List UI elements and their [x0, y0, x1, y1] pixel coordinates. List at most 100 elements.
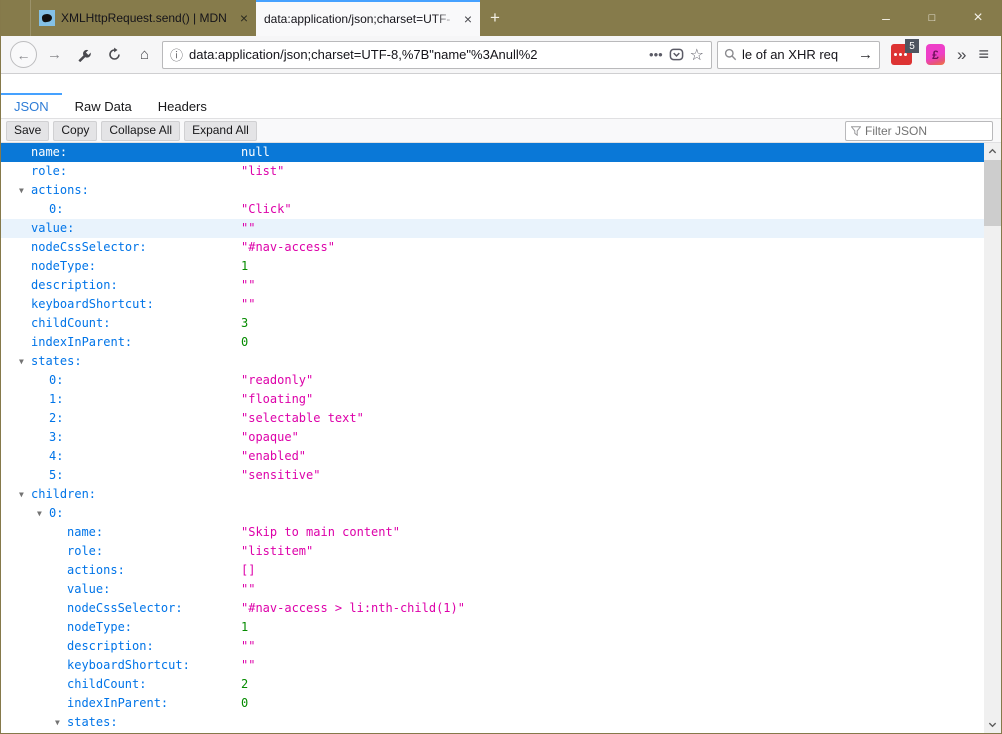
json-value: "#nav-access > li:nth-child(1)" — [241, 601, 465, 615]
json-row[interactable]: 1: "floating" — [1, 390, 1001, 409]
url-bar[interactable]: ⓘ data:application/json;charset=UTF-8,%7… — [162, 40, 713, 69]
collapse-all-button[interactable]: Collapse All — [101, 120, 181, 141]
new-tab-button[interactable]: + — [480, 0, 510, 36]
json-key: actions: — [67, 563, 125, 577]
json-row[interactable]: nodeCssSelector: "#nav-access" — [1, 238, 1001, 257]
json-row[interactable]: ▼ states: — [1, 713, 1001, 732]
json-row[interactable]: childCount: 2 — [1, 675, 1001, 694]
reload-button[interactable] — [102, 42, 127, 67]
json-value: "" — [241, 297, 256, 311]
json-row[interactable]: nodeCssSelector: "#nav-access > li:nth-ch… — [1, 599, 1001, 618]
json-row[interactable]: role: "listitem" — [1, 542, 1001, 561]
json-row[interactable]: 0: "readonly" — [1, 371, 1001, 390]
extension-badge: 5 — [905, 39, 920, 53]
json-value: "Click" — [241, 202, 292, 216]
hamburger-menu-icon[interactable]: ≡ — [978, 44, 989, 65]
json-row[interactable]: indexInParent: 0 — [1, 694, 1001, 713]
json-row[interactable]: ▼ children: — [1, 485, 1001, 504]
json-key: role: — [31, 164, 68, 178]
extension-button-pink[interactable]: £ — [926, 44, 946, 65]
expand-arrow-icon[interactable]: ▼ — [55, 713, 67, 732]
pocket-icon[interactable] — [669, 47, 684, 62]
wrench-icon[interactable] — [72, 42, 97, 67]
json-row[interactable]: ▼ 0: — [1, 504, 1001, 523]
tab-headers[interactable]: Headers — [145, 93, 220, 118]
json-key: keyboardShortcut: — [67, 658, 190, 672]
close-button[interactable]: × — [955, 0, 1001, 36]
bookmark-star-icon[interactable]: ☆ — [690, 45, 704, 65]
search-input[interactable]: le of an XHR req — [742, 47, 853, 62]
expand-arrow-icon[interactable]: ▼ — [37, 504, 49, 523]
tab-raw-data[interactable]: Raw Data — [62, 93, 145, 118]
tab-close-icon[interactable]: × — [240, 11, 248, 25]
json-value: "list" — [241, 164, 285, 178]
json-row[interactable]: indexInParent: 0 — [1, 333, 1001, 352]
tab-close-icon[interactable]: × — [464, 12, 472, 26]
json-value: 2 — [241, 677, 249, 691]
json-row[interactable]: actions: [] — [1, 561, 1001, 580]
json-value: "enabled" — [241, 449, 307, 463]
json-row[interactable]: 0: "Click" — [1, 200, 1001, 219]
json-value: "" — [241, 221, 256, 235]
json-row[interactable]: nodeType: 1 — [1, 257, 1001, 276]
copy-button[interactable]: Copy — [53, 120, 98, 141]
json-row[interactable]: description: "" — [1, 276, 1001, 295]
filter-json-box[interactable] — [845, 120, 993, 141]
scroll-down-button[interactable] — [984, 716, 1001, 733]
json-key: value: — [31, 221, 75, 235]
json-key: 2: — [49, 411, 64, 425]
json-key: actions: — [31, 183, 89, 197]
json-row[interactable]: nodeType: 1 — [1, 618, 1001, 637]
page-actions-icon[interactable]: ••• — [649, 47, 663, 62]
json-row[interactable]: ▼ states: — [1, 352, 1001, 371]
tab-json[interactable]: JSON — [1, 93, 62, 118]
titlebar-drag-space — [510, 0, 863, 36]
scrollbar[interactable] — [984, 143, 1001, 733]
json-key: 3: — [49, 430, 64, 444]
url-text[interactable]: data:application/json;charset=UTF-8,%7B"… — [189, 47, 644, 62]
extension-button-red[interactable]: 5 — [891, 39, 920, 65]
json-row[interactable]: value: "" — [1, 219, 1001, 238]
json-row[interactable]: name: "Skip to main content" — [1, 523, 1001, 542]
json-row[interactable]: 4: "enabled" — [1, 447, 1001, 466]
json-value: "" — [241, 582, 256, 596]
json-row[interactable]: name: null — [1, 143, 1001, 162]
json-value: 1 — [241, 259, 249, 273]
search-bar[interactable]: le of an XHR req → — [717, 40, 881, 69]
json-key: value: — [67, 582, 111, 596]
search-go-button[interactable]: → — [858, 46, 873, 63]
json-key: states: — [67, 715, 118, 729]
info-icon[interactable]: ⓘ — [170, 45, 183, 64]
scroll-up-button[interactable] — [984, 143, 1001, 160]
json-row[interactable]: childCount: 3 — [1, 314, 1001, 333]
json-row[interactable]: keyboardShortcut: "" — [1, 656, 1001, 675]
expand-arrow-icon[interactable]: ▼ — [19, 485, 31, 504]
json-row[interactable]: ▼ actions: — [1, 181, 1001, 200]
json-row[interactable]: 3: "opaque" — [1, 428, 1001, 447]
browser-tab-json[interactable]: data:application/json;charset=UTF- × — [256, 0, 480, 36]
save-button[interactable]: Save — [6, 120, 50, 141]
forward-button[interactable]: → — [42, 42, 67, 67]
maximize-button[interactable]: □ — [909, 0, 955, 36]
title-bar: XMLHttpRequest.send() | MDN × data:appli… — [1, 0, 1001, 36]
json-row[interactable]: role: "list" — [1, 162, 1001, 181]
json-row[interactable]: description: "" — [1, 637, 1001, 656]
json-key: description: — [67, 639, 154, 653]
json-row[interactable]: 5: "sensitive" — [1, 466, 1001, 485]
json-row[interactable]: 2: "selectable text" — [1, 409, 1001, 428]
home-button[interactable]: ⌂ — [132, 42, 157, 67]
json-row[interactable]: keyboardShortcut: "" — [1, 295, 1001, 314]
expand-all-button[interactable]: Expand All — [184, 120, 257, 141]
back-button[interactable]: ← — [10, 41, 37, 68]
filter-json-input[interactable] — [865, 123, 987, 138]
overflow-chevrons-icon[interactable]: » — [957, 45, 966, 65]
minimize-button[interactable]: – — [863, 0, 909, 36]
browser-tab-mdn[interactable]: XMLHttpRequest.send() | MDN × — [31, 0, 256, 36]
json-key: description: — [31, 278, 118, 292]
scroll-thumb[interactable] — [984, 160, 1001, 226]
json-key: nodeCssSelector: — [67, 601, 183, 615]
expand-arrow-icon[interactable]: ▼ — [19, 181, 31, 200]
json-row[interactable]: value: "" — [1, 580, 1001, 599]
tab-title: data:application/json;charset=UTF- — [264, 12, 458, 26]
expand-arrow-icon[interactable]: ▼ — [19, 352, 31, 371]
